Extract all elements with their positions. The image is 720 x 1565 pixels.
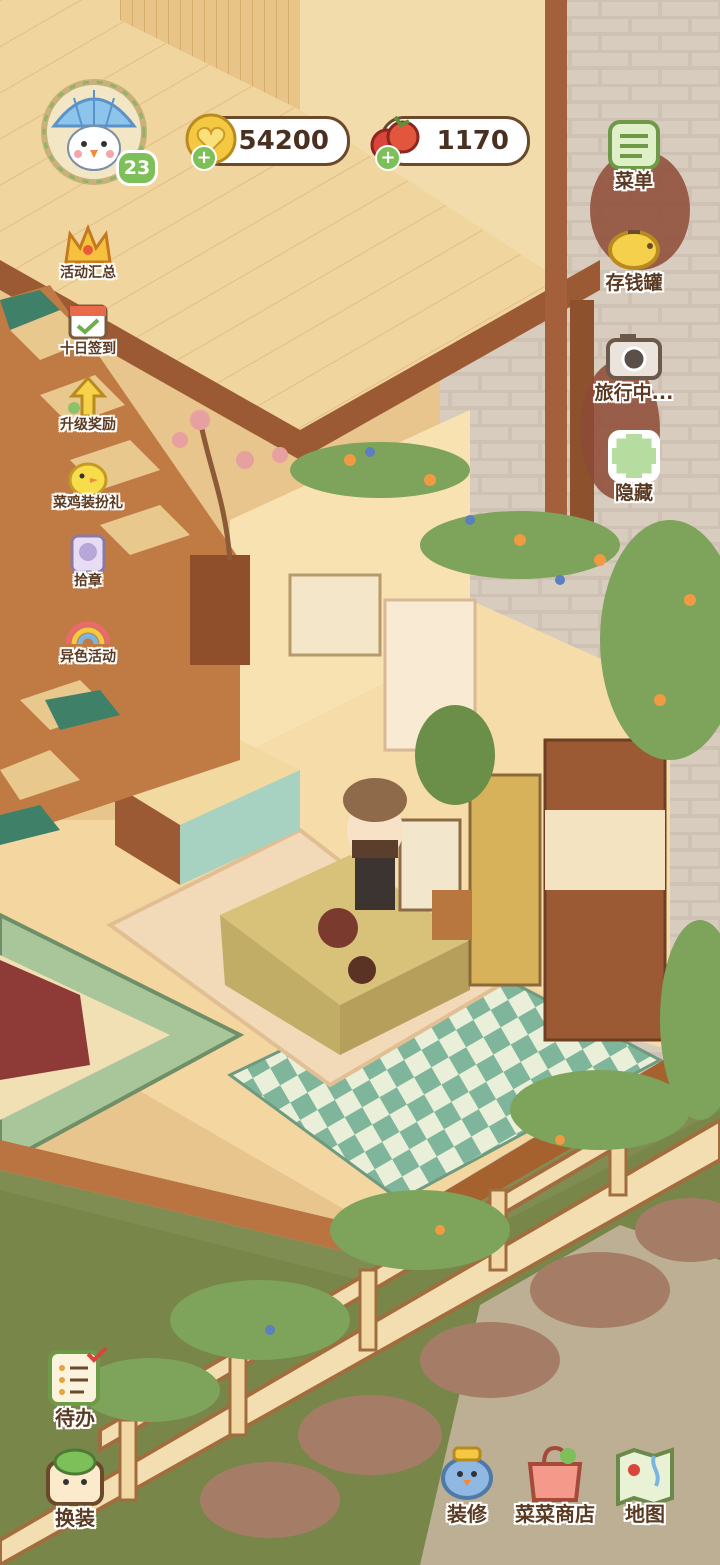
chick-dressup-label: 菜鸡装扮礼 [53,495,123,511]
todo-label: 待办 [55,1406,95,1430]
decorate-button[interactable]: 装修 [422,1442,512,1538]
menu-list-icon [608,120,660,170]
tomato-counter[interactable]: + 1170 [370,115,530,171]
todo-button[interactable]: 待办 [30,1346,120,1442]
tomato-amount: 1170 [436,126,509,156]
hide-frame-icon [608,430,660,482]
hide-ui-button[interactable]: 隐藏 [596,426,672,514]
coin-amount: 54200 [238,126,329,156]
events-summary-label: 活动汇总 [60,265,116,281]
menu-button[interactable]: 菜单 [596,114,672,202]
alt-color-event-button[interactable]: 异色活动 [46,606,130,676]
add-tomatoes-button[interactable]: + [375,145,401,171]
ten-day-checkin-label: 十日签到 [60,341,116,357]
badges-label: 拾章 [74,573,102,589]
hide-ui-label: 隐藏 [614,482,653,504]
chick-dressup-button[interactable]: 菜鸡装扮礼 [46,452,130,522]
decorate-bird-icon [441,1446,493,1500]
alt-color-event-label: 异色活动 [60,649,116,665]
coin-counter[interactable]: + 54200 [185,113,350,171]
ten-day-checkin-button[interactable]: 十日签到 [46,298,130,368]
level-badge: 23 [116,150,158,186]
traveling-button[interactable]: 旅行中... [595,326,673,414]
badges-button[interactable]: 拾章 [46,530,130,600]
outfit-label: 换装 [55,1506,95,1530]
player-avatar[interactable]: 23 [38,76,158,188]
shop-button[interactable]: 菜菜商店 [510,1442,600,1538]
piggy-bank-icon [608,230,660,270]
map-label: 地图 [625,1502,665,1526]
map-icon [616,1447,674,1506]
level-rewards-label: 升级奖励 [60,417,116,433]
piggy-bank-label: 存钱罐 [605,272,663,294]
wardrobe-icon [46,1448,104,1506]
add-coins-button[interactable]: + [191,145,217,171]
events-summary-button[interactable]: 活动汇总 [46,222,130,292]
traveling-label: 旅行中... [594,382,674,404]
outfit-button[interactable]: 换装 [30,1446,120,1542]
piggy-bank-button[interactable]: 存钱罐 [596,216,672,304]
menu-label: 菜单 [614,170,653,192]
shop-bag-icon [527,1445,583,1502]
camera-icon [606,334,662,380]
level-rewards-button[interactable]: 升级奖励 [46,374,130,444]
map-button[interactable]: 地图 [600,1442,690,1538]
todo-list-icon [48,1346,108,1406]
